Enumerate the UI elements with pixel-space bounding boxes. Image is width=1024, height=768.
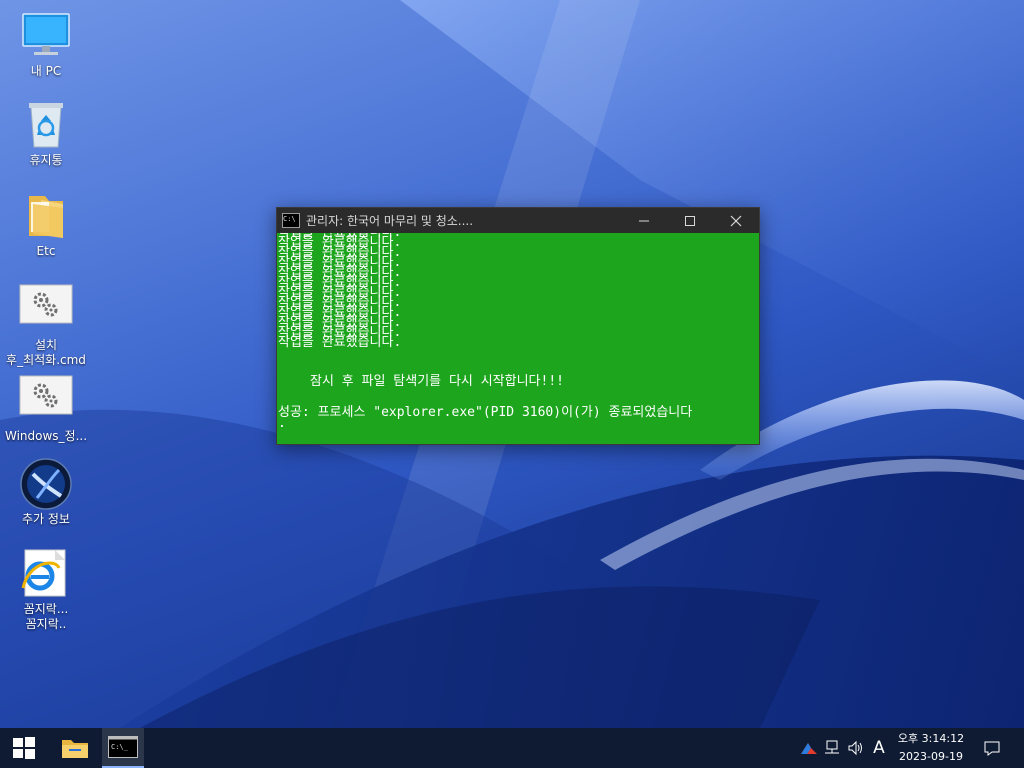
desktop-icon-label-line1: 꼼지락... [23,602,69,616]
desktop: 내 PC 휴지통 Etc 설치 후_최적화.cmd Windows_정... 추… [0,0,1024,728]
folder-icon [19,190,73,240]
monitor-icon [19,10,73,60]
desktop-icon-etc-folder[interactable]: Etc [0,190,92,259]
taskbar-cmd-button[interactable]: C:\_ [102,728,144,768]
internet-explorer-icon [19,548,73,598]
desktop-icon-label-line2: 꼼지락.. [25,617,67,631]
desktop-icon-internet-explorer[interactable]: 꼼지락... 꼼지락.. [0,548,92,632]
desktop-icon-windows-cmd[interactable]: Windows_정... [0,375,92,444]
taskbar: C:\_ A 오후 3:14:12 2023-09-19 [0,728,1024,768]
desktop-icon-recycle-bin[interactable]: 휴지통 [0,99,92,168]
clock-time: 오후 3:14:12 [897,732,965,745]
console-done-lines: 작업을 완료했습니다. 작업을 완료했습니다. 작업을 완료했습니다. 작업을 완료했… [278,233,402,350]
windows-logo-icon [13,737,35,759]
info-orb-icon [19,458,73,510]
desktop-icon-my-pc[interactable]: 내 PC [0,10,92,79]
close-button[interactable] [713,208,759,233]
desktop-icon-label: 추가 정보 [22,512,70,526]
cmd-icon-text: C:\_ [111,743,129,751]
console-continuation: . [278,416,286,431]
cmd-icon: C:\_ [108,736,138,758]
desktop-icon-label: Windows_정... [4,429,88,443]
start-button[interactable] [0,728,48,768]
taskbar-clock[interactable]: 오후 3:14:12 2023-09-19 [890,730,972,766]
tray-ime-indicator[interactable]: A [869,728,889,768]
maximize-button[interactable] [667,208,713,233]
red-arrow-icon [801,743,817,754]
cmd-title-bar[interactable]: C:\ 관리자: 한국어 마무리 및 청소.... [277,208,759,233]
cmd-window[interactable]: C:\ 관리자: 한국어 마무리 및 청소.... 작업을 완료했습니다. 작업을… [276,207,760,445]
desktop-icon-label-line2: 후_최적화.cmd [6,353,86,367]
tray-app-icon[interactable] [798,728,820,768]
minimize-icon [639,220,649,221]
console-success-message: 성공: 프로세스 "explorer.exe"(PID 3160)이(가) 종료… [278,405,693,420]
desktop-icon-label: 휴지통 [29,153,63,167]
desktop-icon-label: Etc [36,244,56,258]
tray-volume-icon[interactable] [845,728,867,768]
console-restart-message: 잠시 후 파일 탐색기를 다시 시작합니다!!! [310,374,564,389]
console-line: 작업을 완료했습니다. [278,335,402,350]
minimize-button[interactable] [621,208,667,233]
recycle-bin-icon [19,99,73,149]
action-center-button[interactable] [978,728,1006,768]
speaker-icon [848,740,862,756]
cmd-settings-icon [19,284,73,334]
desktop-icon-optimize-cmd[interactable]: 설치 후_최적화.cmd [0,284,92,368]
folder-icon [62,740,88,758]
taskbar-file-explorer-button[interactable] [54,728,96,768]
clock-date: 2023-09-19 [899,750,963,763]
maximize-icon [685,215,695,226]
network-icon [825,740,839,754]
desktop-icon-label: 내 PC [30,64,62,78]
desktop-icon-label-line1: 설치 [34,338,58,352]
desktop-icon-more-info[interactable]: 추가 정보 [0,458,92,527]
cmd-window-title: 관리자: 한국어 마무리 및 청소.... [306,214,474,228]
cmd-console-output[interactable]: 작업을 완료했습니다. 작업을 완료했습니다. 작업을 완료했습니다. 작업을 완료했… [277,233,759,444]
cmd-settings-icon [19,375,73,425]
cmd-app-icon: C:\ [282,213,300,228]
tray-network-icon[interactable] [821,728,843,768]
notification-icon [984,741,1000,756]
close-icon [730,215,742,226]
